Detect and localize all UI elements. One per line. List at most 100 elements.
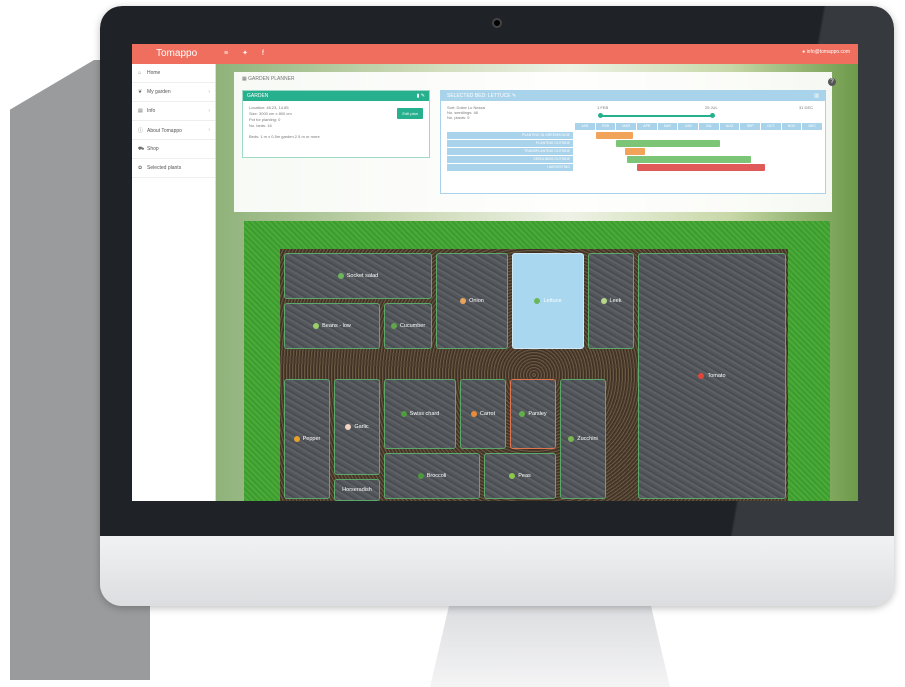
- plant-icon: ✿: [138, 165, 143, 171]
- month-feb: FEB: [595, 123, 616, 130]
- calendar-bar[interactable]: [626, 156, 751, 169]
- sidebar: ⌂ Home ❦ My garden › ▤ Info › ⓘ About Tomappo ›…: [132, 64, 216, 501]
- bed-lettuce[interactable]: Lettuce: [512, 253, 584, 349]
- stage-icon: [598, 140, 607, 145]
- app-logo[interactable]: Tomappo: [156, 48, 197, 59]
- beans-icon: [313, 323, 320, 329]
- onion-icon: [460, 298, 467, 304]
- bed-garlic[interactable]: Garlic: [334, 379, 380, 475]
- stage-icon: [689, 148, 698, 153]
- sidebar-item-label: My garden: [147, 89, 171, 95]
- bed-beans-low[interactable]: Beans - low: [284, 303, 380, 349]
- bed-onion[interactable]: Onion: [436, 253, 508, 349]
- bed-carrot[interactable]: Carrot: [460, 379, 506, 449]
- sidebar-item-home[interactable]: ⌂ Home: [132, 64, 215, 83]
- bed-label: Pepper: [302, 436, 321, 442]
- month-jun: JUN: [678, 123, 699, 130]
- bed-label: Peas: [518, 473, 531, 479]
- calendar-row-label: HARVESTING: [447, 164, 573, 171]
- zucchini-icon: [568, 436, 575, 442]
- bed-broccoli[interactable]: Broccoli: [384, 453, 480, 499]
- bed-tomato[interactable]: Tomato: [638, 253, 786, 499]
- sidebar-item-shop[interactable]: ⛟ Shop: [132, 140, 215, 159]
- date-slider-start-handle[interactable]: [598, 113, 603, 118]
- user-menu[interactable]: ● info@tomappo.com: [802, 49, 850, 55]
- chard-icon: [400, 411, 407, 417]
- planner-header: ▦ GARDEN PLANNER: [242, 76, 295, 82]
- bed-horseradish[interactable]: Horseradish: [334, 479, 380, 501]
- calendar-bar[interactable]: [595, 132, 633, 145]
- garlic-icon: [345, 424, 352, 430]
- date-slider-track: [601, 115, 713, 117]
- bed-label: Garlic: [354, 424, 369, 430]
- stage-icon: [738, 172, 746, 177]
- trash-icon[interactable]: ▥: [814, 93, 819, 99]
- topbar-icons: ≡✦f: [224, 49, 278, 57]
- stage-icon: [675, 148, 684, 153]
- camera: [492, 18, 502, 28]
- calendar-row-label: PLANTING OUTSIDE: [447, 140, 573, 147]
- calendar-row-label: SEEDLINGS OUTSIDE: [447, 156, 573, 163]
- stage-icon: [696, 172, 704, 177]
- bed-label: Horseradish: [342, 487, 372, 493]
- menu-icon[interactable]: ≡: [224, 50, 242, 57]
- facebook-icon[interactable]: f: [262, 50, 278, 57]
- sidebar-item-about[interactable]: ⓘ About Tomappo ›: [132, 121, 215, 140]
- sidebar-item-my-garden[interactable]: ❦ My garden ›: [132, 83, 215, 102]
- cart-icon: ⛟: [138, 146, 145, 152]
- help-icon[interactable]: ?: [828, 78, 836, 86]
- bed-pepper[interactable]: Pepper: [284, 379, 330, 499]
- garden-field: Socket salad Onion Lettuce Leek Tomato B…: [244, 221, 830, 501]
- top-bar: Tomappo ≡✦f ● info@tomappo.com: [132, 44, 858, 64]
- chevron-right-icon: ›: [208, 89, 210, 95]
- leaf-icon: ❦: [138, 89, 143, 95]
- month-oct: OCT: [761, 123, 781, 130]
- edit-plan-button[interactable]: Edit plan: [397, 108, 423, 119]
- bed-label: Leek: [609, 298, 622, 304]
- twitter-icon[interactable]: ✦: [242, 50, 262, 57]
- bed-label: Carrot: [479, 411, 496, 417]
- calendar-bar[interactable]: [616, 140, 720, 153]
- edit-icon[interactable]: ✎: [512, 93, 516, 99]
- chevron-right-icon: ›: [208, 127, 210, 133]
- plant-icon: [337, 273, 344, 279]
- month-apr: APR: [637, 123, 657, 130]
- bed-zucchini[interactable]: Zucchini: [560, 379, 606, 499]
- stage-icon: [724, 172, 732, 177]
- home-icon: ⌂: [138, 70, 142, 76]
- book-icon: ▤: [138, 108, 143, 114]
- save-edit-icons[interactable]: ▮ ✎: [417, 93, 425, 99]
- bed-peas[interactable]: Peas: [484, 453, 556, 499]
- bed-cucumber[interactable]: Cucumber: [384, 303, 432, 349]
- date-slider-end-handle[interactable]: [710, 113, 715, 118]
- month-dec: DEC: [802, 123, 823, 130]
- month-aug: AUG: [719, 123, 740, 130]
- calendar-bar[interactable]: [624, 148, 646, 161]
- bed-info: Sort: Dolce Lu Nessa No. seedlings: 48 N…: [447, 105, 485, 120]
- sidebar-item-info[interactable]: ▤ Info ›: [132, 102, 215, 121]
- bed-swiss-chard[interactable]: Swiss chard: [384, 379, 456, 449]
- grid-icon: ▦: [242, 76, 247, 82]
- calendar-header: SELECTED BED: LETTUCE ✎ ▥: [441, 91, 825, 101]
- carrot-icon: [470, 411, 477, 417]
- sidebar-item-label: Selected plants: [147, 165, 182, 171]
- month-jan: JAN: [575, 123, 595, 130]
- month-mar: MAR: [616, 123, 637, 130]
- calendar-bar[interactable]: [637, 164, 766, 177]
- calendar-row-label: TRANSPLANTING OUTSIDE: [447, 148, 573, 155]
- bed-leek[interactable]: Leek: [588, 253, 634, 349]
- month-nov: NOV: [781, 123, 802, 130]
- garden-beds: No. beds: 16: [249, 123, 272, 128]
- bed-parsley[interactable]: Parsley: [510, 379, 556, 449]
- monitor-stand: [430, 605, 670, 687]
- stage-icon: [710, 172, 718, 177]
- user-email: info@tomappo.com: [806, 49, 850, 55]
- screen: Tomappo ≡✦f ● info@tomappo.com ⌂ Home ❦ My…: [132, 44, 858, 501]
- month-may: MAY: [657, 123, 678, 130]
- sidebar-item-selected-plants[interactable]: ✿ Selected plants: [132, 159, 215, 178]
- stage-icon: [682, 172, 690, 177]
- stage-icon: [661, 148, 670, 153]
- bed-socket-salad[interactable]: Socket salad: [284, 253, 432, 299]
- bed-label: Onion: [469, 298, 484, 304]
- pepper-icon: [293, 436, 300, 442]
